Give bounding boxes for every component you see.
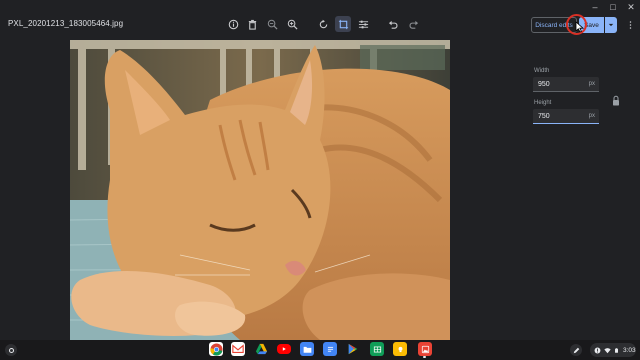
height-label: Height	[534, 100, 552, 106]
gmail-icon[interactable]	[231, 342, 245, 356]
battery-icon	[615, 347, 618, 353]
play-store-icon[interactable]	[346, 342, 360, 356]
running-indicator	[423, 356, 426, 358]
mouse-cursor-icon	[575, 21, 584, 33]
gallery-icon[interactable]	[418, 342, 432, 356]
pen-icon	[573, 347, 579, 353]
chevron-down-icon	[608, 23, 614, 27]
status-tray[interactable]: 3:03	[590, 343, 636, 357]
launcher-icon	[8, 347, 14, 353]
undo-icon[interactable]	[386, 17, 400, 31]
gallery-app-window: – □ ✕ PXL_20201213_183005464.jpg Discard…	[0, 0, 640, 340]
height-value: 750	[538, 113, 550, 120]
crop-resize-icon[interactable]	[335, 16, 351, 32]
save-options-dropdown[interactable]	[605, 17, 617, 33]
delete-icon[interactable]	[245, 17, 259, 31]
youtube-icon[interactable]	[277, 344, 291, 354]
google-keep-icon[interactable]	[393, 342, 407, 356]
wifi-icon	[604, 347, 611, 353]
close-icon[interactable]: ✕	[626, 2, 636, 12]
file-name: PXL_20201213_183005464.jpg	[8, 19, 124, 28]
more-options-icon[interactable]	[625, 17, 635, 33]
cat-photo	[70, 40, 450, 340]
redo-icon[interactable]	[406, 17, 420, 31]
stylus-tools-button[interactable]	[570, 344, 582, 356]
height-field[interactable]: 750 px	[533, 109, 599, 124]
zoom-in-icon[interactable]	[285, 17, 299, 31]
chromeos-shelf	[0, 340, 640, 360]
height-unit: px	[588, 113, 595, 119]
info-icon[interactable]	[226, 17, 240, 31]
maximize-icon[interactable]: □	[608, 2, 618, 12]
zoom-out-icon[interactable]	[265, 17, 279, 31]
google-drive-icon[interactable]	[254, 342, 268, 356]
chrome-icon[interactable]	[209, 342, 223, 356]
aspect-lock-icon[interactable]	[612, 95, 620, 107]
width-field[interactable]: 950 px	[533, 77, 599, 92]
minimize-icon[interactable]: –	[590, 2, 600, 12]
launcher-button[interactable]	[5, 344, 17, 356]
width-label: Width	[534, 68, 550, 74]
width-unit: px	[588, 81, 595, 87]
image-canvas[interactable]	[70, 40, 450, 340]
google-sheets-icon[interactable]	[370, 342, 384, 356]
rotate-icon[interactable]	[316, 17, 330, 31]
adjust-sliders-icon[interactable]	[356, 17, 370, 31]
google-docs-icon[interactable]	[323, 342, 337, 356]
files-icon[interactable]	[300, 342, 314, 356]
width-value: 950	[538, 81, 550, 88]
window-controls: – □ ✕	[590, 0, 636, 14]
clock: 3:03	[623, 346, 636, 354]
notification-icon	[594, 347, 601, 353]
